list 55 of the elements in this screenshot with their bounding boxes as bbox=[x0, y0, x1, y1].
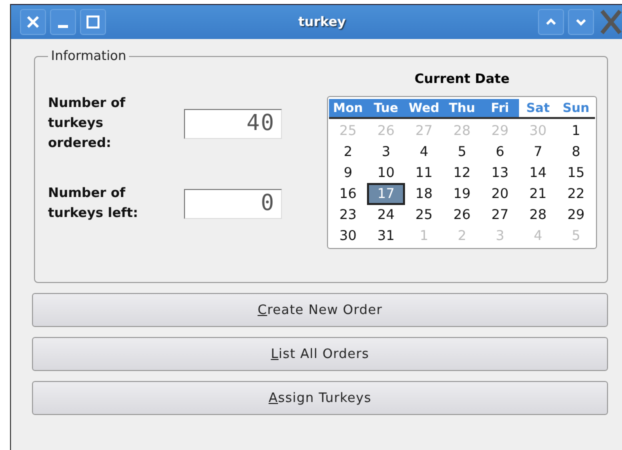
calendar-day[interactable]: 12 bbox=[445, 164, 479, 182]
calendar-day[interactable]: 19 bbox=[445, 185, 479, 203]
calendar-day[interactable]: 31 bbox=[369, 227, 403, 245]
close-icon[interactable] bbox=[600, 9, 622, 35]
calendar-day[interactable]: 15 bbox=[559, 164, 593, 182]
calendar-day[interactable]: 7 bbox=[521, 143, 555, 161]
calendar-day[interactable]: 13 bbox=[483, 164, 517, 182]
calendar-day[interactable]: 28 bbox=[521, 206, 555, 224]
number-display: 40 bbox=[184, 109, 282, 139]
shade-up-button[interactable] bbox=[538, 9, 564, 35]
calendar-day[interactable]: 6 bbox=[483, 143, 517, 161]
calendar-day[interactable]: 3 bbox=[369, 143, 403, 161]
calendar-day[interactable]: 11 bbox=[407, 164, 441, 182]
group-title: Information bbox=[50, 49, 128, 64]
action-button[interactable]: List All Orders bbox=[32, 337, 608, 371]
close-button[interactable] bbox=[20, 9, 46, 35]
weekday-header: Fri bbox=[481, 99, 519, 117]
minimize-button[interactable] bbox=[50, 9, 76, 35]
calendar-day[interactable]: 2 bbox=[331, 143, 365, 161]
action-button[interactable]: Assign Turkeys bbox=[32, 381, 608, 415]
calendar-day[interactable]: 24 bbox=[369, 206, 403, 224]
weekday-header: Wed bbox=[405, 99, 443, 117]
window-title: turkey bbox=[298, 14, 346, 30]
calendar-day[interactable]: 18 bbox=[407, 185, 441, 203]
calendar-day[interactable]: 30 bbox=[331, 227, 365, 245]
calendar-day[interactable]: 9 bbox=[331, 164, 365, 182]
action-button[interactable]: Create New Order bbox=[32, 293, 608, 327]
calendar-day[interactable]: 29 bbox=[559, 206, 593, 224]
field-label: Number of turkeys left: bbox=[48, 185, 140, 223]
calendar-day[interactable]: 10 bbox=[369, 164, 403, 182]
shade-down-button[interactable] bbox=[568, 9, 594, 35]
calendar-day[interactable]: 5 bbox=[445, 143, 479, 161]
calendar-day[interactable]: 25 bbox=[407, 206, 441, 224]
calendar-day[interactable]: 26 bbox=[445, 206, 479, 224]
weekday-header: Thu bbox=[443, 99, 481, 117]
calendar-day[interactable]: 20 bbox=[483, 185, 517, 203]
maximize-button[interactable] bbox=[80, 9, 106, 35]
weekday-header: Tue bbox=[367, 99, 405, 117]
weekday-header: Mon bbox=[329, 99, 367, 117]
field-label: Number of turkeys ordered: bbox=[48, 95, 126, 153]
calendar-day[interactable]: 22 bbox=[559, 185, 593, 203]
calendar-day[interactable]: 1 bbox=[559, 122, 593, 140]
calendar-day[interactable]: 14 bbox=[521, 164, 555, 182]
calendar-day[interactable]: 23 bbox=[331, 206, 365, 224]
close-icon bbox=[25, 14, 41, 30]
calendar-day[interactable]: 16 bbox=[331, 185, 365, 203]
calendar-day[interactable]: 21 bbox=[521, 185, 555, 203]
calendar-day[interactable]: 17 bbox=[369, 185, 403, 203]
calendar-day[interactable]: 8 bbox=[559, 143, 593, 161]
calendar-title: Current Date bbox=[414, 72, 510, 87]
number-display: 0 bbox=[184, 189, 282, 219]
calendar-day[interactable]: 27 bbox=[483, 206, 517, 224]
minimize-icon bbox=[58, 24, 68, 28]
calendar-day[interactable]: 4 bbox=[407, 143, 441, 161]
maximize-icon bbox=[85, 14, 101, 30]
